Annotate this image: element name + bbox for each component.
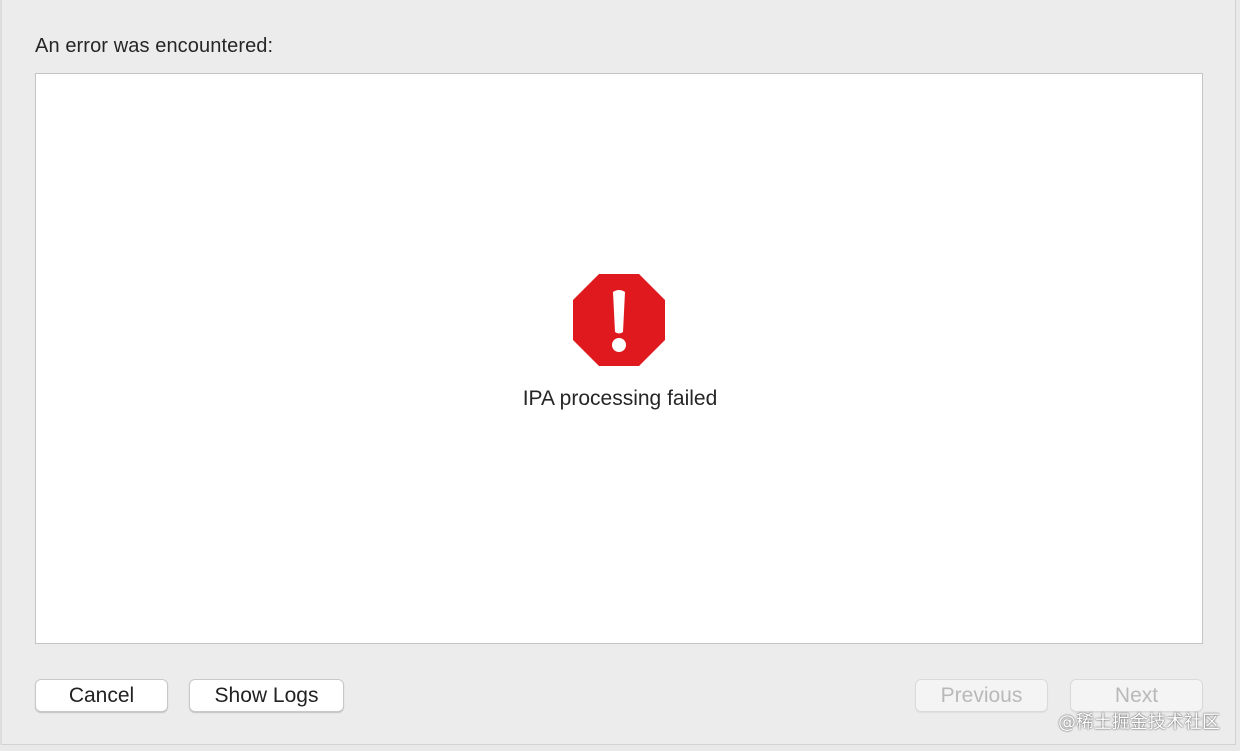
previous-button[interactable]: Previous [915,679,1048,712]
cancel-button[interactable]: Cancel [35,679,168,712]
stop-exclamation-icon [573,274,665,366]
error-message: IPA processing failed [522,387,718,410]
error-prompt-label: An error was encountered: [35,35,274,57]
watermark-text: @稀土掘金技术社区 [1058,712,1220,733]
show-logs-button[interactable]: Show Logs [189,679,344,712]
window-left-edge [0,0,2,745]
distribution-dialog: An error was encountered: IPA processing… [0,0,1236,745]
